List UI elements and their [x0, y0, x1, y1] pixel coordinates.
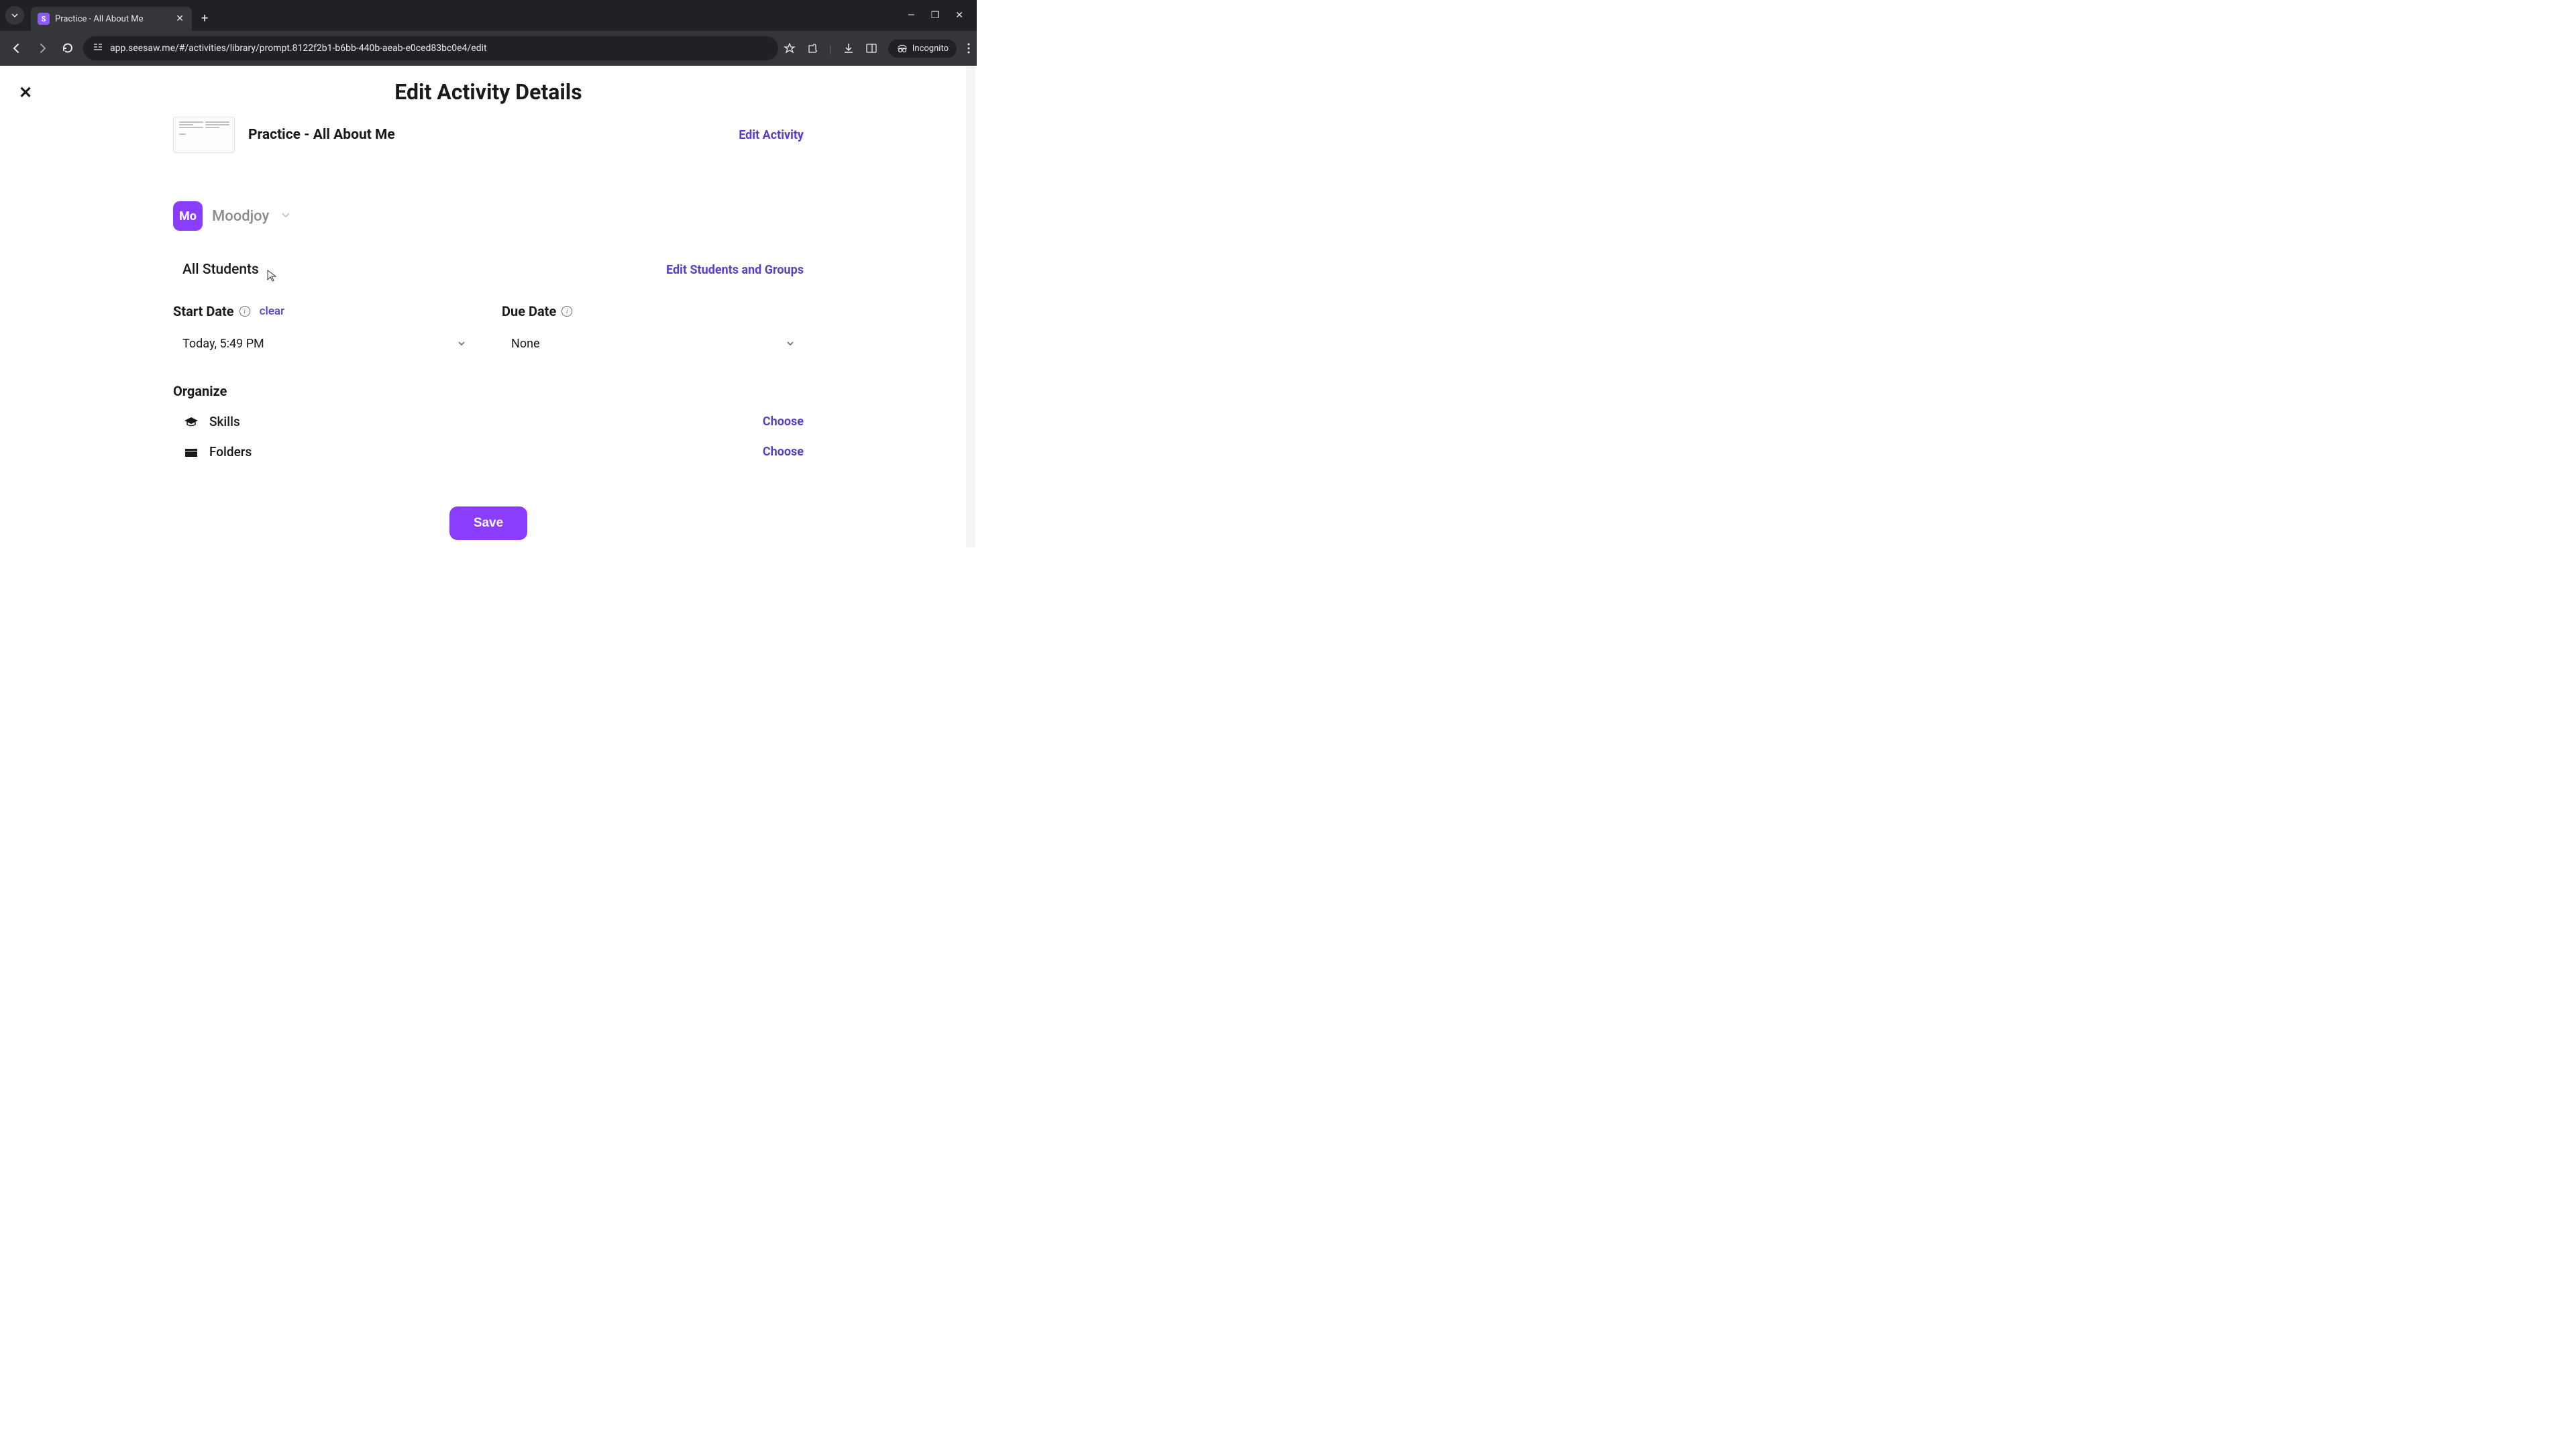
- incognito-icon: [896, 44, 908, 53]
- choose-skills-link[interactable]: Choose: [763, 415, 804, 429]
- close-window-icon[interactable]: ✕: [955, 10, 963, 21]
- edit-activity-link[interactable]: Edit Activity: [739, 128, 804, 142]
- bookmark-star-icon[interactable]: [784, 42, 796, 54]
- info-icon[interactable]: i: [239, 306, 250, 317]
- tab-search-dropdown[interactable]: [5, 6, 24, 25]
- save-button[interactable]: Save: [449, 506, 527, 540]
- organize-folders-row: Folders Choose: [173, 444, 804, 460]
- arrow-left-icon: [11, 42, 23, 54]
- downloads-icon[interactable]: [843, 42, 855, 54]
- back-button[interactable]: [7, 38, 27, 58]
- new-tab-button[interactable]: +: [201, 11, 208, 25]
- chevron-down-icon: [786, 339, 794, 349]
- due-date-value: None: [511, 337, 540, 351]
- class-name: Moodjoy: [212, 208, 269, 225]
- organize-title: Organize: [173, 383, 804, 399]
- arrow-right-icon: [36, 42, 48, 54]
- minimize-icon[interactable]: —: [908, 10, 915, 21]
- chevron-down-icon: [11, 11, 19, 19]
- edit-students-link[interactable]: Edit Students and Groups: [666, 263, 804, 277]
- class-selector[interactable]: Mo Moodjoy: [173, 201, 804, 231]
- address-bar: app.seesaw.me/#/activities/library/promp…: [0, 31, 977, 66]
- browser-chrome: S Practice - All About Me ✕ + — ❐ ✕ app.…: [0, 0, 977, 66]
- incognito-badge[interactable]: Incognito: [888, 40, 957, 58]
- info-icon[interactable]: i: [561, 306, 572, 317]
- start-date-label: Start Date: [173, 303, 234, 319]
- dates-row: Start Date i clear Today, 5:49 PM Due Da…: [173, 303, 804, 356]
- due-date-label: Due Date: [502, 303, 556, 319]
- site-info-icon[interactable]: [93, 42, 103, 55]
- url-text: app.seesaw.me/#/activities/library/promp…: [110, 43, 487, 54]
- start-date-select[interactable]: Today, 5:49 PM: [173, 331, 475, 356]
- activity-name: Practice - All About Me: [248, 127, 725, 143]
- folders-label: Folders: [209, 444, 252, 460]
- url-field[interactable]: app.seesaw.me/#/activities/library/promp…: [83, 36, 778, 60]
- choose-folders-link[interactable]: Choose: [763, 445, 804, 459]
- tab-bar: S Practice - All About Me ✕ + — ❐ ✕: [0, 0, 977, 31]
- window-controls: — ❐ ✕: [908, 10, 971, 21]
- extensions-icon[interactable]: [806, 42, 818, 54]
- start-date-column: Start Date i clear Today, 5:49 PM: [173, 303, 475, 356]
- seesaw-favicon: S: [38, 13, 50, 25]
- clear-start-date-link[interactable]: clear: [260, 305, 285, 318]
- students-row: All Students Edit Students and Groups: [173, 262, 804, 278]
- close-button[interactable]: ✕: [19, 83, 32, 102]
- due-date-select[interactable]: None: [502, 331, 804, 356]
- chevron-down-icon: [458, 339, 466, 349]
- tab-title: Practice - All About Me: [55, 14, 169, 24]
- browser-tab[interactable]: S Practice - All About Me ✕: [31, 7, 192, 31]
- incognito-label: Incognito: [912, 44, 949, 54]
- chevron-down-icon[interactable]: [281, 211, 290, 221]
- side-panel-icon[interactable]: [865, 42, 877, 54]
- class-badge: Mo: [173, 201, 203, 231]
- organize-section: Organize Skills Choose Folders Choose: [173, 383, 804, 460]
- start-date-value: Today, 5:49 PM: [182, 337, 264, 351]
- tab-close-icon[interactable]: ✕: [174, 12, 185, 25]
- students-label: All Students: [182, 262, 259, 278]
- reload-button[interactable]: [58, 38, 78, 58]
- forward-button[interactable]: [32, 38, 52, 58]
- skills-label: Skills: [209, 414, 240, 429]
- page-title: Edit Activity Details: [0, 79, 977, 105]
- graduation-cap-icon: [184, 415, 199, 429]
- page-content: ✕ Edit Activity Details Practice - All A…: [0, 66, 977, 547]
- reload-icon: [62, 42, 74, 54]
- kebab-menu-icon[interactable]: [967, 43, 970, 54]
- folder-icon: [184, 445, 199, 460]
- activity-header-row: Practice - All About Me Edit Activity: [173, 117, 804, 153]
- due-date-column: Due Date i None: [502, 303, 804, 356]
- organize-skills-row: Skills Choose: [173, 414, 804, 429]
- scrollbar[interactable]: [966, 66, 975, 547]
- activity-thumbnail: [173, 117, 235, 153]
- maximize-icon[interactable]: ❐: [931, 10, 940, 21]
